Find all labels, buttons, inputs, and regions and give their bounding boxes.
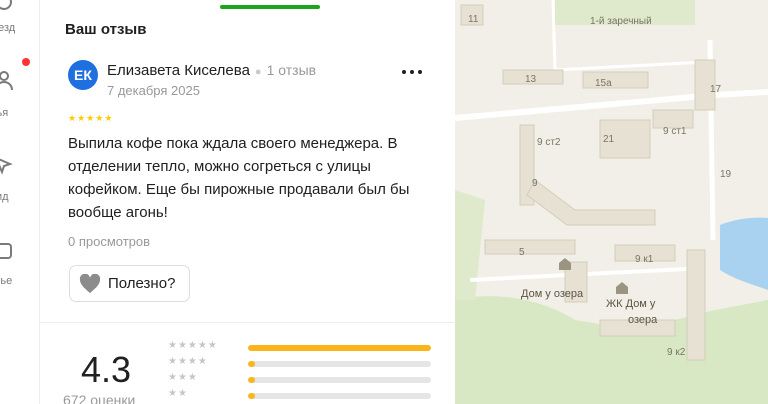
star-icon: ★ — [86, 113, 96, 123]
route-icon — [0, 0, 12, 10]
histogram-row: ★★ — [168, 388, 438, 402]
histogram-stars: ★★★★ — [168, 356, 208, 367]
histogram-bar — [248, 361, 256, 367]
review-panel: Ваш отзыв ЕК Елизавета Киселева ● 1 отзыв … — [39, 0, 454, 404]
map-label: 9 — [532, 178, 538, 189]
useful-label: Полезно? — [108, 275, 176, 292]
map-label: 9 ст1 — [663, 126, 687, 137]
more-dots-icon — [418, 70, 422, 74]
review-text: Выпила кофе пока ждала своего менеджера.… — [68, 135, 410, 221]
map-place-label[interactable]: ЖК Дом у — [606, 298, 656, 310]
rail-item-guide[interactable]: ид — [0, 150, 38, 210]
house-icon[interactable] — [559, 258, 571, 270]
histogram-track — [248, 345, 431, 351]
review-author-line: Елизавета Киселева ● 1 отзыв — [107, 62, 316, 79]
tab-indicator — [220, 5, 320, 9]
heart-icon — [79, 273, 101, 293]
notification-dot — [22, 58, 30, 66]
map-view[interactable]: 11 1-й заречный 13 15а 17 21 9 ст2 9 ст1… — [455, 0, 768, 404]
histogram-row: ★★★★ — [168, 356, 438, 370]
star-icon: ★ — [68, 113, 78, 123]
left-rail: резд узья ид лье — [0, 0, 38, 404]
map-place-label[interactable]: озера — [628, 314, 658, 326]
author-name[interactable]: Елизавета Киселева — [107, 62, 250, 79]
review-stars: ★★★★★ — [68, 113, 113, 124]
friends-icon — [0, 71, 13, 91]
star-icon: ★ — [95, 113, 105, 123]
map-label: 13 — [525, 74, 537, 85]
map-label: 9 к1 — [635, 254, 654, 265]
histogram-row: ★★★★★ — [168, 340, 438, 354]
more-dots-icon — [410, 70, 414, 74]
rail-item-wallet[interactable]: лье — [0, 232, 38, 292]
house-icon[interactable] — [616, 282, 628, 294]
ratings-count: 672 оценки — [63, 392, 136, 404]
map-place-label[interactable]: Дом у озера — [521, 288, 584, 300]
divider — [40, 322, 454, 323]
separator-dot: ● — [254, 66, 262, 78]
guide-icon — [0, 158, 13, 175]
map-label: 5 — [519, 247, 525, 258]
more-dots-icon — [402, 70, 406, 74]
more-options-button[interactable] — [398, 60, 426, 84]
map-label: 9 к2 — [667, 347, 686, 358]
rail-item-label: ид — [0, 191, 9, 203]
map-label: 17 — [710, 84, 722, 95]
map-label: 11 — [468, 14, 479, 25]
histogram-row: ★★★ — [168, 372, 438, 386]
histogram-track — [248, 361, 431, 367]
wallet-icon — [0, 243, 12, 259]
map-label: 9 ст2 — [537, 137, 561, 148]
rail-item-label: узья — [0, 107, 9, 119]
histogram-bar — [248, 345, 431, 351]
map-label: 19 — [720, 169, 732, 180]
histogram-stars: ★★★★★ — [168, 340, 218, 351]
map-label: 21 — [603, 134, 615, 145]
views-count: 0 просмотров — [68, 234, 151, 249]
rail-item-route[interactable]: резд — [0, 0, 38, 60]
star-icon: ★ — [104, 113, 114, 123]
author-review-count: 1 отзыв — [266, 62, 317, 78]
section-title: Ваш отзыв — [65, 21, 147, 38]
review-date: 7 декабря 2025 — [107, 83, 200, 98]
overall-rating: 4.3 — [81, 349, 132, 390]
histogram-track — [248, 393, 431, 399]
star-icon: ★ — [77, 113, 87, 123]
map-label: 15а — [595, 78, 612, 89]
map-labels: 11 1-й заречный 13 15а 17 21 9 ст2 9 ст1… — [468, 14, 732, 358]
histogram-stars: ★★ — [168, 388, 188, 399]
histogram-stars: ★★★ — [168, 372, 198, 383]
map-label: 1-й заречный — [590, 16, 652, 27]
avatar[interactable]: ЕК — [68, 60, 98, 90]
rail-item-label: резд — [0, 22, 16, 34]
histogram-track — [248, 377, 431, 383]
useful-button[interactable]: Полезно? — [69, 265, 190, 302]
histogram-bar — [248, 377, 256, 383]
histogram-bar — [248, 393, 256, 399]
rail-item-label: лье — [0, 275, 13, 287]
rail-item-friends[interactable]: узья — [0, 60, 38, 120]
